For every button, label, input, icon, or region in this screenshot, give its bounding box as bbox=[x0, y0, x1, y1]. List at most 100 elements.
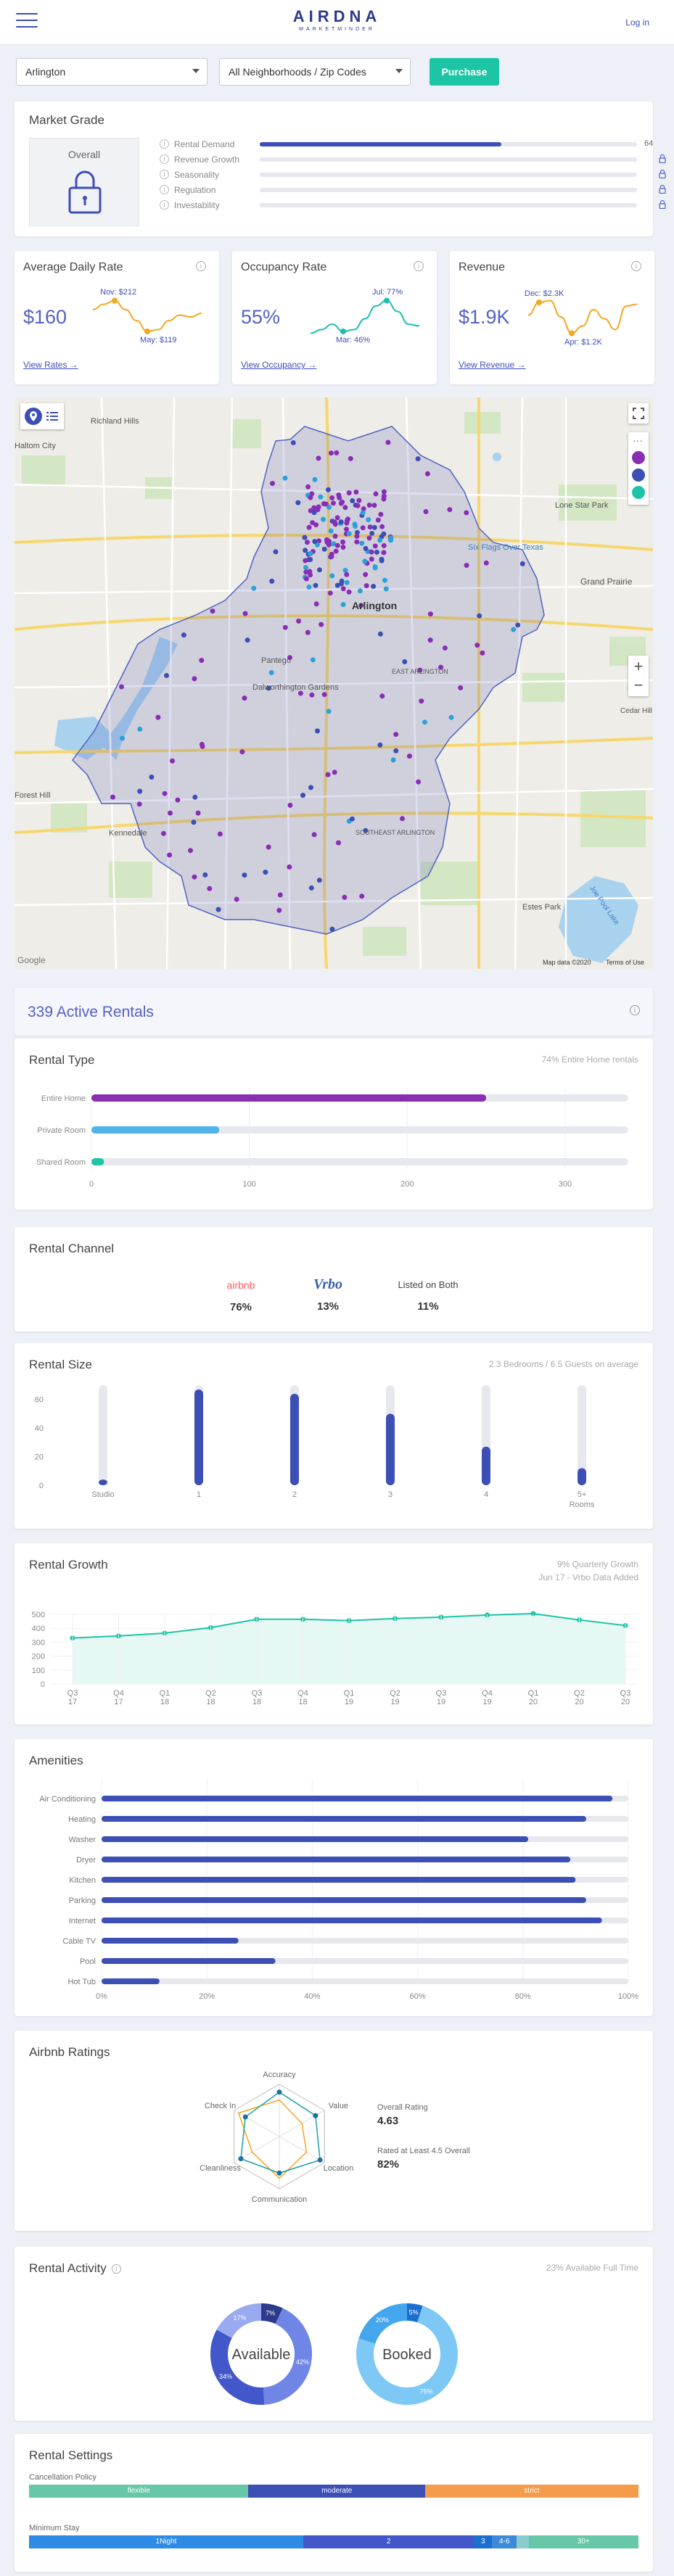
rental-size-bar[interactable] bbox=[194, 1389, 203, 1485]
listing-marker[interactable] bbox=[329, 554, 334, 559]
listing-marker[interactable] bbox=[381, 531, 387, 537]
listing-marker[interactable] bbox=[338, 500, 344, 506]
listing-marker[interactable] bbox=[311, 832, 317, 838]
listing-marker[interactable] bbox=[366, 503, 372, 508]
listing-marker[interactable] bbox=[269, 578, 275, 584]
listing-marker[interactable] bbox=[357, 588, 363, 594]
listing-marker[interactable] bbox=[422, 719, 428, 725]
settings-segment[interactable] bbox=[516, 2535, 529, 2548]
listing-marker[interactable] bbox=[334, 515, 340, 521]
listing-marker[interactable] bbox=[477, 613, 482, 619]
amenity-bar[interactable] bbox=[102, 1938, 239, 1944]
listing-marker[interactable] bbox=[309, 692, 315, 698]
listing-marker[interactable] bbox=[268, 670, 274, 675]
listing-marker[interactable] bbox=[360, 525, 366, 531]
purchase-button[interactable]: Purchase bbox=[430, 58, 499, 86]
listing-marker[interactable] bbox=[340, 539, 346, 545]
listing-marker[interactable] bbox=[328, 450, 334, 456]
listing-marker[interactable] bbox=[340, 602, 346, 608]
listing-marker[interactable] bbox=[359, 893, 365, 899]
listing-marker[interactable] bbox=[350, 498, 356, 503]
listing-marker[interactable] bbox=[381, 542, 387, 548]
listing-marker[interactable] bbox=[137, 788, 143, 794]
listing-marker[interactable] bbox=[308, 885, 314, 891]
listing-marker[interactable] bbox=[402, 659, 408, 664]
listing-marker[interactable] bbox=[329, 573, 335, 579]
listing-marker[interactable] bbox=[308, 572, 313, 578]
listing-marker[interactable] bbox=[340, 545, 346, 550]
listing-marker[interactable] bbox=[344, 571, 350, 577]
listing-marker[interactable] bbox=[393, 748, 399, 754]
listing-marker[interactable] bbox=[359, 540, 365, 546]
listing-marker[interactable] bbox=[363, 545, 369, 551]
listing-marker[interactable] bbox=[306, 524, 312, 530]
listing-marker[interactable] bbox=[160, 830, 166, 836]
listing-marker[interactable] bbox=[270, 481, 275, 487]
listing-marker[interactable] bbox=[303, 558, 308, 564]
amenity-bar[interactable] bbox=[102, 1917, 602, 1923]
listing-marker[interactable] bbox=[155, 714, 161, 720]
listing-marker[interactable] bbox=[483, 560, 489, 566]
listing-marker[interactable] bbox=[342, 894, 348, 900]
listing-marker[interactable] bbox=[379, 524, 385, 529]
login-link[interactable]: Log in bbox=[625, 17, 649, 28]
listing-marker[interactable] bbox=[363, 583, 369, 589]
listing-marker[interactable] bbox=[338, 519, 344, 525]
rental-size-bar[interactable] bbox=[386, 1413, 395, 1485]
listing-marker[interactable] bbox=[325, 487, 331, 492]
amenity-bar[interactable] bbox=[102, 1978, 160, 1984]
listing-marker[interactable] bbox=[419, 698, 424, 704]
listing-marker[interactable] bbox=[448, 714, 454, 720]
settings-segment[interactable]: moderate bbox=[248, 2485, 425, 2498]
listing-marker[interactable] bbox=[326, 709, 332, 714]
terms-link[interactable]: Terms of Use bbox=[606, 959, 644, 966]
listing-marker[interactable] bbox=[383, 586, 389, 592]
listing-marker[interactable] bbox=[342, 505, 348, 511]
listing-marker[interactable] bbox=[345, 518, 350, 524]
listing-marker[interactable] bbox=[377, 631, 383, 637]
listing-marker[interactable] bbox=[327, 590, 333, 596]
listing-marker[interactable] bbox=[149, 775, 155, 780]
listing-marker[interactable] bbox=[458, 685, 464, 690]
listing-marker[interactable] bbox=[306, 585, 312, 590]
listing-marker[interactable] bbox=[332, 533, 338, 539]
listing-marker[interactable] bbox=[442, 645, 448, 651]
listing-marker[interactable] bbox=[251, 585, 257, 591]
listing-marker[interactable] bbox=[366, 535, 372, 541]
listing-marker[interactable] bbox=[316, 504, 321, 510]
listing-marker[interactable] bbox=[120, 735, 126, 741]
listing-marker[interactable] bbox=[317, 567, 322, 573]
listing-marker[interactable] bbox=[331, 500, 336, 506]
listing-marker[interactable] bbox=[119, 684, 124, 690]
listing-marker[interactable] bbox=[302, 534, 308, 540]
settings-segment[interactable]: 30+ bbox=[528, 2535, 638, 2548]
listing-marker[interactable] bbox=[372, 564, 378, 569]
listing-marker[interactable] bbox=[316, 878, 322, 883]
listing-marker[interactable] bbox=[303, 569, 309, 575]
listing-marker[interactable] bbox=[416, 779, 422, 785]
listing-marker[interactable] bbox=[316, 455, 321, 461]
listing-marker[interactable] bbox=[385, 439, 391, 445]
listing-marker[interactable] bbox=[326, 504, 332, 510]
airbnb-layer-icon[interactable] bbox=[632, 451, 645, 464]
listing-marker[interactable] bbox=[474, 643, 480, 648]
listing-marker[interactable] bbox=[336, 492, 342, 498]
listing-marker[interactable] bbox=[369, 531, 375, 536]
listing-marker[interactable] bbox=[328, 528, 334, 534]
listing-marker[interactable] bbox=[334, 542, 340, 548]
city-select[interactable]: Arlington bbox=[16, 58, 207, 86]
listing-marker[interactable] bbox=[300, 793, 305, 798]
listing-marker[interactable] bbox=[381, 493, 387, 499]
amenity-bar[interactable] bbox=[102, 1816, 586, 1822]
amenity-bar[interactable] bbox=[102, 1877, 576, 1883]
listing-marker[interactable] bbox=[276, 907, 282, 913]
listing-marker[interactable] bbox=[312, 539, 318, 545]
listing-marker[interactable] bbox=[360, 510, 366, 516]
listing-marker[interactable] bbox=[374, 549, 379, 555]
listing-marker[interactable] bbox=[321, 516, 326, 522]
listing-marker[interactable] bbox=[215, 907, 221, 912]
listing-marker[interactable] bbox=[344, 579, 350, 585]
listing-marker[interactable] bbox=[170, 758, 175, 764]
rental-size-bar[interactable] bbox=[290, 1393, 299, 1485]
listing-marker[interactable] bbox=[393, 732, 399, 738]
